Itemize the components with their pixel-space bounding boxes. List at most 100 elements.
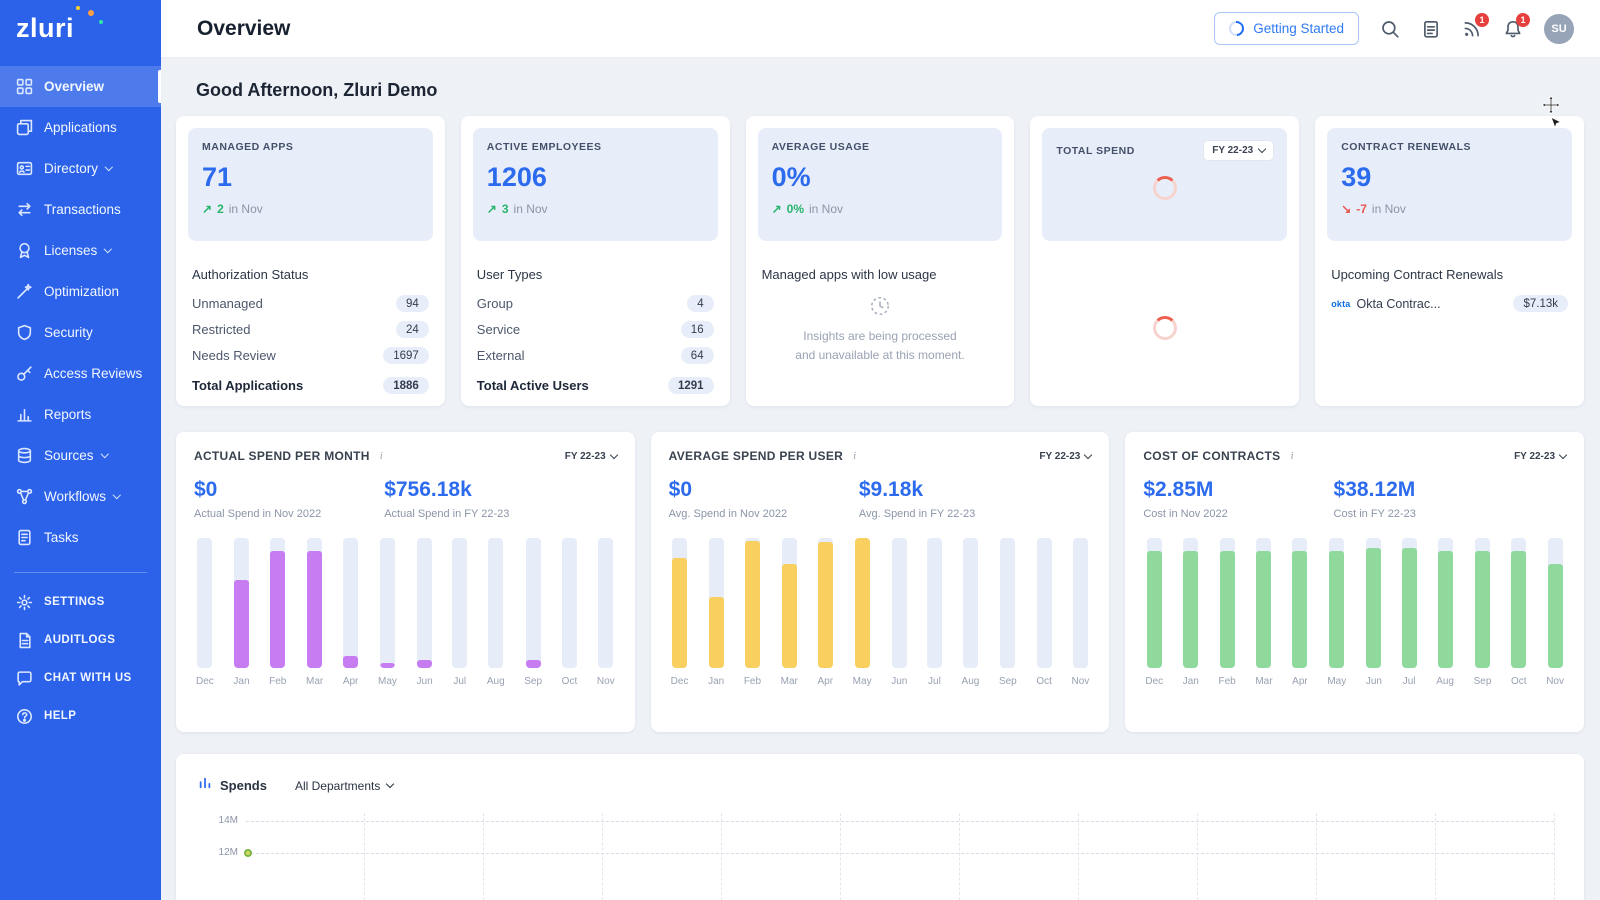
bar-month-label: Apr — [1292, 676, 1308, 687]
getting-started-button[interactable]: Getting Started — [1214, 12, 1359, 45]
stat-value: $756.18k — [384, 478, 574, 502]
chevron-down-icon — [1559, 450, 1567, 458]
renewal-row[interactable]: okta Okta Contrac... $7.13k — [1331, 295, 1568, 312]
sidebar-item-tasks[interactable]: Tasks — [0, 517, 161, 558]
feed-icon[interactable]: 1 — [1462, 19, 1482, 39]
department-label: All Departments — [295, 779, 380, 793]
sidebar-nav: Overview Applications Directory Transact… — [0, 66, 161, 735]
bar-column: Jul — [1402, 538, 1417, 687]
sidebar-item-auditlogs[interactable]: AUDITLOGS — [0, 621, 161, 659]
list-item: Group 4 — [477, 295, 714, 312]
sidebar-item-help[interactable]: HELP — [0, 697, 161, 735]
chart-card-actual-spend-per-month: ACTUAL SPEND PER MONTH i FY 22-23 $0 Act… — [176, 432, 635, 732]
bell-icon[interactable]: 1 — [1503, 19, 1523, 39]
bar-month-label: Jan — [708, 676, 724, 687]
content-column: Overview Getting Started 1 1 SU Good Aft… — [161, 0, 1600, 900]
bar-column: Sep — [999, 538, 1017, 687]
chevron-down-icon — [609, 450, 617, 458]
data-point — [244, 849, 252, 857]
bar — [818, 538, 833, 668]
clipboard-icon[interactable] — [1421, 19, 1441, 39]
sidebar-item-sources[interactable]: Sources — [0, 435, 161, 476]
trend-up-icon: ↗ — [772, 202, 782, 216]
search-icon[interactable] — [1380, 19, 1400, 39]
logo-text: zluri — [16, 13, 74, 43]
row-value-badge: 1886 — [383, 377, 429, 394]
fiscal-year-select[interactable]: FY 22-23 — [1514, 451, 1566, 462]
sidebar-item-licenses[interactable]: Licenses — [0, 230, 161, 271]
row-label: Total Applications — [192, 378, 303, 393]
zluri-logo: zluri — [0, 0, 161, 58]
charts-row: ACTUAL SPEND PER MONTH i FY 22-23 $0 Act… — [176, 432, 1584, 732]
sidebar-item-label: Overview — [44, 79, 104, 94]
bar-column: Aug — [962, 538, 980, 687]
sidebar-item-reports[interactable]: Reports — [0, 394, 161, 435]
sidebar-item-chat-with-us[interactable]: CHAT WITH US — [0, 659, 161, 697]
row-value-badge: 24 — [396, 321, 429, 338]
bar-month-label: Aug — [487, 676, 505, 687]
sidebar-item-settings[interactable]: SETTINGS — [0, 583, 161, 621]
row-value-badge: 94 — [396, 295, 429, 312]
sidebar-item-access-reviews[interactable]: Access Reviews — [0, 353, 161, 394]
bar — [1438, 538, 1453, 668]
sidebar-item-label: Security — [44, 325, 93, 340]
stat-value: $0 — [194, 478, 384, 502]
trend-value: -7 — [1356, 202, 1367, 216]
grid-line — [1197, 813, 1198, 900]
stat-label: Actual Spend in Nov 2022 — [194, 508, 384, 520]
info-icon[interactable]: i — [1290, 450, 1293, 462]
fiscal-year-label: FY 22-23 — [1039, 451, 1080, 462]
row-value-badge: 16 — [681, 321, 714, 338]
bar — [672, 538, 687, 668]
fiscal-year-select[interactable]: FY 22-23 — [1039, 451, 1091, 462]
trend-up-icon: ↗ — [487, 202, 497, 216]
sidebar-item-overview[interactable]: Overview — [0, 66, 161, 107]
sidebar-item-transactions[interactable]: Transactions — [0, 189, 161, 230]
transactions-icon — [16, 201, 33, 218]
bar — [1329, 538, 1344, 668]
sidebar-divider — [14, 572, 147, 573]
bar-chart: DecJanFebMarAprMayJunJulAugSepOctNov — [669, 538, 1092, 687]
row-label: Needs Review — [192, 348, 276, 363]
info-icon[interactable]: i — [853, 450, 856, 462]
bar-column: Jun — [891, 538, 907, 687]
bar — [1037, 538, 1052, 668]
sidebar-item-workflows[interactable]: Workflows — [0, 476, 161, 517]
bar-month-label: Dec — [671, 676, 689, 687]
info-icon[interactable]: i — [380, 450, 383, 462]
loading-spinner — [1153, 176, 1177, 200]
chevron-down-icon — [104, 245, 112, 253]
trend-up-icon: ↗ — [202, 202, 212, 216]
avatar[interactable]: SU — [1544, 14, 1574, 44]
getting-started-label: Getting Started — [1253, 21, 1344, 36]
bar — [307, 538, 322, 668]
stat-list: Authorization Status Unmanaged 94 Restri… — [176, 253, 445, 394]
department-select[interactable]: All Departments — [295, 779, 393, 793]
chart-icon — [198, 776, 212, 795]
bar — [1548, 538, 1563, 668]
stat-panel: ACTIVE EMPLOYEES 1206 ↗ 3 in Nov — [473, 128, 718, 241]
stat-label: Cost in Nov 2022 — [1143, 508, 1333, 520]
stat-value: 0% — [772, 162, 989, 193]
sidebar-item-label: Optimization — [44, 284, 119, 299]
chat-icon — [16, 670, 33, 687]
sidebar-item-label: AUDITLOGS — [44, 634, 115, 646]
bar — [855, 538, 870, 668]
bar-column: Dec — [196, 538, 214, 687]
bar-month-label: Jun — [417, 676, 433, 687]
sidebar-item-security[interactable]: Security — [0, 312, 161, 353]
bar-chart: DecJanFebMarAprMayJunJulAugSepOctNov — [194, 538, 617, 687]
fiscal-year-select[interactable]: FY 22-23 — [565, 451, 617, 462]
sidebar-item-applications[interactable]: Applications — [0, 107, 161, 148]
bar — [1402, 538, 1417, 668]
bar-column: Feb — [744, 538, 761, 687]
sidebar-item-optimization[interactable]: Optimization — [0, 271, 161, 312]
sidebar-item-label: Reports — [44, 407, 91, 422]
bar-month-label: Sep — [1474, 676, 1492, 687]
fiscal-year-select[interactable]: FY 22-23 — [1204, 141, 1273, 160]
sidebar-item-directory[interactable]: Directory — [0, 148, 161, 189]
licenses-icon — [16, 242, 33, 259]
stat-label: Actual Spend in FY 22-23 — [384, 508, 574, 520]
list-item: Service 16 — [477, 321, 714, 338]
bar-month-label: Jun — [1366, 676, 1382, 687]
